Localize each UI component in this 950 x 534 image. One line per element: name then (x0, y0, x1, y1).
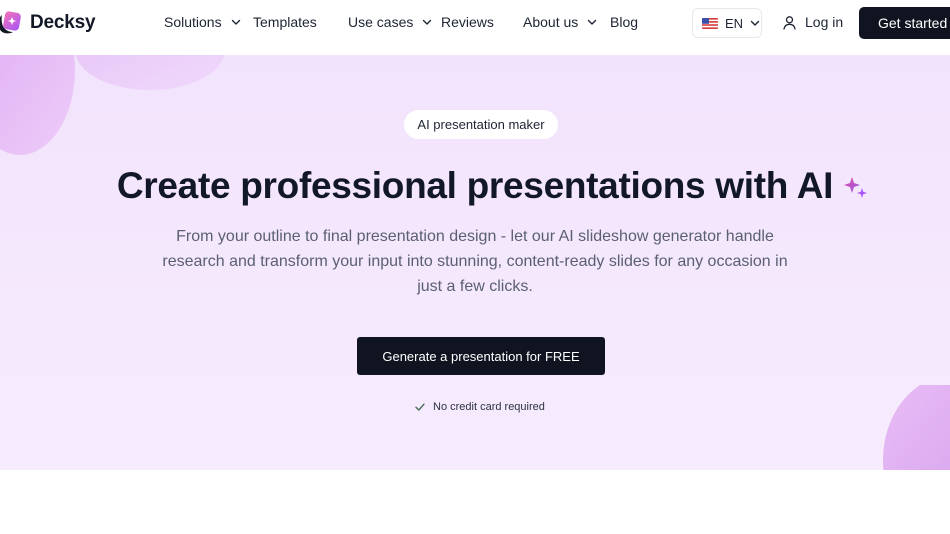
get-started-button[interactable]: Get started (859, 7, 950, 39)
sparkle-icon (844, 177, 868, 198)
site-header: Decksy Solutions Templates Use cases Rev… (0, 0, 950, 55)
user-icon (783, 15, 796, 30)
language-selector[interactable]: EN (692, 8, 762, 38)
nav-solutions[interactable]: Solutions (164, 14, 242, 30)
nav-solutions-label: Solutions (164, 14, 222, 30)
hero-headline: Create professional presentations with A… (0, 165, 950, 207)
chevron-down-icon (588, 19, 597, 25)
nav-blog[interactable]: Blog (610, 14, 638, 30)
no-credit-card-text: No credit card required (433, 401, 545, 413)
login-link[interactable]: Log in (782, 14, 843, 30)
nav-about-us[interactable]: About us (523, 14, 598, 30)
chevron-down-icon (750, 20, 760, 26)
no-credit-card-note: No credit card required (414, 401, 545, 413)
generate-presentation-button[interactable]: Generate a presentation for FREE (357, 337, 605, 375)
nav-blog-label: Blog (610, 14, 639, 30)
language-code: EN (724, 15, 744, 31)
nav-reviews-label: Reviews (441, 14, 494, 30)
decksy-logo-icon (0, 11, 21, 34)
brand-logo[interactable]: Decksy (0, 10, 96, 36)
nav-use-cases-label: Use cases (348, 14, 414, 30)
check-icon (415, 403, 425, 411)
login-label: Log in (805, 14, 844, 30)
hero-badge: AI presentation maker (404, 110, 558, 139)
nav-reviews[interactable]: Reviews (441, 14, 494, 30)
us-flag-icon (702, 17, 718, 29)
chevron-down-icon (231, 19, 240, 25)
hero-subtitle: From your outline to final presentation … (162, 228, 788, 295)
brand-name: Decksy (30, 12, 96, 33)
nav-templates-label: Templates (253, 14, 317, 30)
nav-about-us-label: About us (523, 14, 579, 30)
hero-headline-text: Create professional presentations with A… (116, 165, 834, 206)
hero-section: AI presentation maker Create professiona… (0, 55, 950, 470)
decorative-blob-bottom-right (883, 385, 950, 470)
nav-templates[interactable]: Templates (253, 14, 317, 30)
nav-use-cases[interactable]: Use cases (348, 14, 433, 30)
decorative-blob-top-left (0, 55, 225, 155)
chevron-down-icon (423, 19, 432, 25)
